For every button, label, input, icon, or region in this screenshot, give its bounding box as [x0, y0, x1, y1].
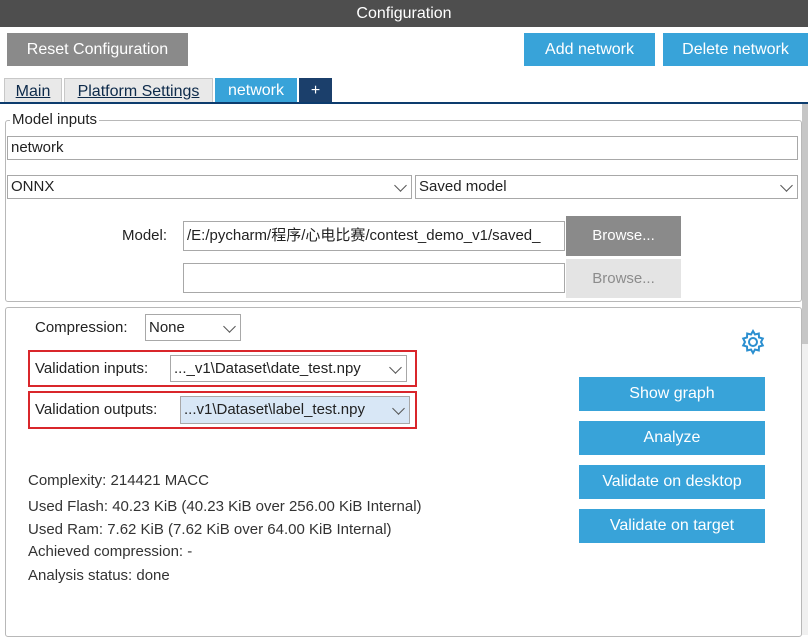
browse-model-button[interactable]: Browse...: [566, 216, 681, 256]
validation-inputs-select[interactable]: ..._v1\Dataset\date_test.npy: [170, 355, 407, 382]
model-type-select[interactable]: Saved model: [415, 175, 798, 199]
chevron-down-icon: [394, 179, 407, 192]
validation-outputs-label: Validation outputs:: [35, 401, 158, 418]
chevron-down-icon: [780, 179, 793, 192]
tab-main[interactable]: Main: [4, 78, 62, 103]
complexity-text: Complexity: 214421 MACC: [28, 472, 209, 489]
window-title: Configuration: [0, 0, 808, 27]
delete-network-button[interactable]: Delete network: [663, 33, 808, 66]
network-name-input[interactable]: network: [7, 136, 798, 160]
chevron-down-icon: [223, 319, 236, 333]
model-type-select-value: Saved model: [419, 178, 507, 195]
add-network-button[interactable]: Add network: [524, 33, 655, 66]
second-model-path-input[interactable]: [183, 263, 565, 293]
validation-inputs-label: Validation inputs:: [35, 360, 149, 377]
model-path-input[interactable]: /E:/pycharm/程序/心电比赛/contest_demo_v1/save…: [183, 221, 565, 251]
achieved-compression-text: Achieved compression: -: [28, 543, 193, 560]
tab-underline: [0, 102, 808, 104]
tab-network[interactable]: network: [215, 78, 297, 103]
analysis-status-text: Analysis status: done: [28, 567, 170, 584]
used-flash-text: Used Flash: 40.23 KiB (40.23 KiB over 25…: [28, 498, 422, 515]
tab-platform-settings[interactable]: Platform Settings: [64, 78, 213, 103]
framework-select-value: ONNX: [11, 178, 55, 195]
compression-select-value: None: [149, 319, 185, 336]
reset-configuration-button[interactable]: Reset Configuration: [7, 33, 188, 66]
validation-inputs-value: ..._v1\Dataset\date_test.npy: [174, 360, 361, 377]
validation-outputs-select[interactable]: ...v1\Dataset\label_test.npy: [180, 396, 410, 424]
compression-select[interactable]: None: [145, 314, 241, 341]
framework-select[interactable]: ONNX: [7, 175, 412, 199]
add-tab-button[interactable]: +: [299, 78, 332, 103]
model-inputs-legend: Model inputs: [10, 111, 100, 129]
chevron-down-icon: [389, 360, 402, 374]
model-label: Model:: [122, 227, 168, 244]
scrollbar-thumb[interactable]: [802, 104, 808, 344]
validation-outputs-value: ...v1\Dataset\label_test.npy: [184, 401, 365, 418]
show-graph-button[interactable]: Show graph: [579, 377, 765, 411]
browse-second-button[interactable]: Browse...: [566, 259, 681, 298]
validate-on-target-button[interactable]: Validate on target: [579, 509, 765, 543]
compression-label: Compression:: [35, 319, 128, 336]
analyze-button[interactable]: Analyze: [579, 421, 765, 455]
validate-on-desktop-button[interactable]: Validate on desktop: [579, 465, 765, 499]
chevron-down-icon: [392, 402, 405, 415]
used-ram-text: Used Ram: 7.62 KiB (7.62 KiB over 64.00 …: [28, 521, 392, 538]
gear-icon[interactable]: [739, 328, 767, 356]
